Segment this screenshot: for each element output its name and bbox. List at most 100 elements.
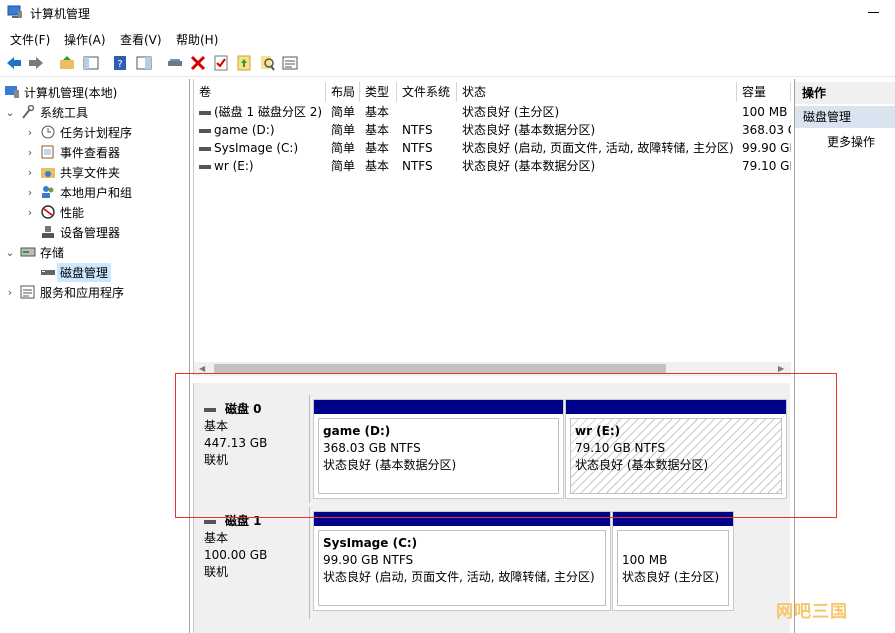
chevron-right-icon[interactable]: › <box>4 286 16 299</box>
tree-item-services-apps[interactable]: › 服务和应用程序 <box>4 282 124 302</box>
menu-bar: 文件(F) 操作(A) 查看(V) 帮助(H) <box>0 28 895 50</box>
horizontal-scrollbar[interactable]: ◀ ▶ <box>194 362 791 376</box>
tree-item-task-scheduler[interactable]: › 任务计划程序 <box>24 122 132 142</box>
menu-help[interactable]: 帮助(H) <box>176 31 218 48</box>
tree-item-storage[interactable]: ⌄ 存储 <box>4 242 64 262</box>
volume-status: 状态良好 (启动, 页面文件, 活动, 故障转储, 主分区) <box>462 141 734 155</box>
menu-file[interactable]: 文件(F) <box>10 31 50 48</box>
column-header-capacity[interactable]: 容量 <box>737 82 791 102</box>
chevron-right-icon[interactable]: › <box>24 206 36 219</box>
volume-filesystem: NTFS <box>402 123 433 137</box>
tree-label: 服务和应用程序 <box>40 285 125 300</box>
menu-view[interactable]: 查看(V) <box>120 31 162 48</box>
partition-body: SysImage (C:) 99.90 GB NTFS 状态良好 (启动, 页面… <box>318 530 606 606</box>
partition-status: 状态良好 (启动, 页面文件, 活动, 故障转储, 主分区) <box>323 570 595 584</box>
export-icon[interactable] <box>235 54 253 72</box>
chevron-right-icon[interactable]: › <box>24 126 36 139</box>
column-header-filesystem[interactable]: 文件系统 <box>397 82 457 102</box>
partition-sysimage-c[interactable]: SysImage (C:) 99.90 GB NTFS 状态良好 (启动, 页面… <box>313 511 611 611</box>
volume-name: game (D:) <box>214 123 275 137</box>
chevron-down-icon[interactable]: ⌄ <box>4 106 16 119</box>
menu-action[interactable]: 操作(A) <box>64 31 106 48</box>
tree-label: 设备管理器 <box>60 225 121 240</box>
volume-icon <box>199 164 211 169</box>
volume-filesystem: NTFS <box>402 141 433 155</box>
column-header-status[interactable]: 状态 <box>457 82 737 102</box>
tree-item-disk-management[interactable]: 磁盘管理 <box>40 262 112 282</box>
search-icon[interactable] <box>258 54 276 72</box>
partition-name <box>622 535 724 552</box>
tree-item-performance[interactable]: › 性能 <box>24 202 84 222</box>
partition-name: wr (E:) <box>575 424 621 438</box>
table-row[interactable]: wr (E:) 简单 基本 NTFS 状态良好 (基本数据分区) 79.10 G… <box>194 157 791 175</box>
partition-wr-e[interactable]: wr (E:) 79.10 GB NTFS 状态良好 (基本数据分区) <box>565 399 787 499</box>
tree-item-event-viewer[interactable]: › 事件查看器 <box>24 142 120 162</box>
partition-size: 79.10 GB NTFS <box>575 441 666 455</box>
tree-item-computer-management[interactable]: 计算机管理(本地) <box>4 82 117 102</box>
volume-icon <box>199 110 211 115</box>
chevron-right-icon[interactable]: › <box>24 186 36 199</box>
column-header-type[interactable]: 类型 <box>360 82 397 102</box>
volume-status: 状态良好 (主分区) <box>462 105 560 119</box>
volume-status: 状态良好 (基本数据分区) <box>462 123 596 137</box>
tree-label: 共享文件夹 <box>60 165 121 180</box>
actions-section-disk-management[interactable]: 磁盘管理 <box>795 106 895 128</box>
disk-type: 基本 <box>204 419 229 433</box>
column-header-volume[interactable]: 卷 <box>194 82 326 102</box>
tree-label: 本地用户和组 <box>60 185 133 200</box>
svg-text:?: ? <box>117 59 122 70</box>
volume-status: 状态良好 (基本数据分区) <box>462 159 596 173</box>
connect-icon[interactable] <box>166 54 184 72</box>
volume-capacity: 79.10 GE <box>742 159 791 173</box>
partition-body: wr (E:) 79.10 GB NTFS 状态良好 (基本数据分区) <box>570 418 782 494</box>
volume-name: wr (E:) <box>214 159 254 173</box>
disk-status: 联机 <box>204 565 229 579</box>
volume-capacity: 99.90 GE <box>742 141 791 155</box>
volume-capacity: 368.03 G <box>742 123 791 137</box>
table-row[interactable]: (磁盘 1 磁盘分区 2) 简单 基本 状态良好 (主分区) 100 MB <box>194 103 791 121</box>
column-header-layout[interactable]: 布局 <box>326 82 360 102</box>
disk-icon <box>204 407 216 412</box>
scroll-right-icon[interactable]: ▶ <box>778 364 784 373</box>
console-tree-icon[interactable] <box>82 54 100 72</box>
disk-name: 磁盘 0 <box>225 402 262 416</box>
volume-layout: 简单 <box>331 123 356 137</box>
table-row[interactable]: SysImage (C:) 简单 基本 NTFS 状态良好 (启动, 页面文件,… <box>194 139 791 157</box>
storage-icon <box>20 247 36 257</box>
tree-item-local-users[interactable]: › 本地用户和组 <box>24 182 132 202</box>
up-folder-icon[interactable] <box>58 54 76 72</box>
actions-title: 操作 <box>795 82 895 104</box>
scrollbar-thumb[interactable] <box>214 364 666 374</box>
more-actions-link[interactable]: 更多操作 <box>827 131 875 153</box>
disk-size: 100.00 GB <box>204 548 268 562</box>
scroll-left-icon[interactable]: ◀ <box>199 364 205 373</box>
chevron-right-icon[interactable]: › <box>24 146 36 159</box>
volume-layout: 简单 <box>331 141 356 155</box>
help-icon[interactable]: ? <box>111 54 129 72</box>
partition-game-d[interactable]: game (D:) 368.03 GB NTFS 状态良好 (基本数据分区) <box>313 399 564 499</box>
volume-layout: 简单 <box>331 159 356 173</box>
disk-management-icon <box>41 270 55 275</box>
tree-label: 性能 <box>60 205 85 220</box>
delete-icon[interactable] <box>189 54 207 72</box>
tree-item-system-tools[interactable]: ⌄ 系统工具 <box>4 102 88 122</box>
back-icon[interactable] <box>5 54 23 72</box>
forward-icon[interactable] <box>27 54 45 72</box>
list-icon[interactable] <box>281 54 299 72</box>
disk-name: 磁盘 1 <box>225 514 262 528</box>
table-row[interactable]: game (D:) 简单 基本 NTFS 状态良好 (基本数据分区) 368.0… <box>194 121 791 139</box>
view-icon[interactable] <box>135 54 153 72</box>
partition-bar <box>314 400 563 414</box>
disk-label-0[interactable]: 磁盘 0 基本 447.13 GB 联机 <box>198 395 310 503</box>
tree-label: 计算机管理(本地) <box>24 85 118 100</box>
services-icon <box>20 285 35 299</box>
chevron-down-icon[interactable]: ⌄ <box>4 246 16 259</box>
tree-label: 任务计划程序 <box>60 125 133 140</box>
disk-label-1[interactable]: 磁盘 1 基本 100.00 GB 联机 <box>198 507 310 619</box>
minimize-button[interactable] <box>854 0 895 26</box>
properties-icon[interactable] <box>212 54 230 72</box>
partition-system-reserved[interactable]: 100 MB 状态良好 (主分区) <box>612 511 734 611</box>
tree-item-shared-folders[interactable]: › 共享文件夹 <box>24 162 120 182</box>
tree-item-device-manager[interactable]: 设备管理器 <box>40 222 120 242</box>
chevron-right-icon[interactable]: › <box>24 166 36 179</box>
